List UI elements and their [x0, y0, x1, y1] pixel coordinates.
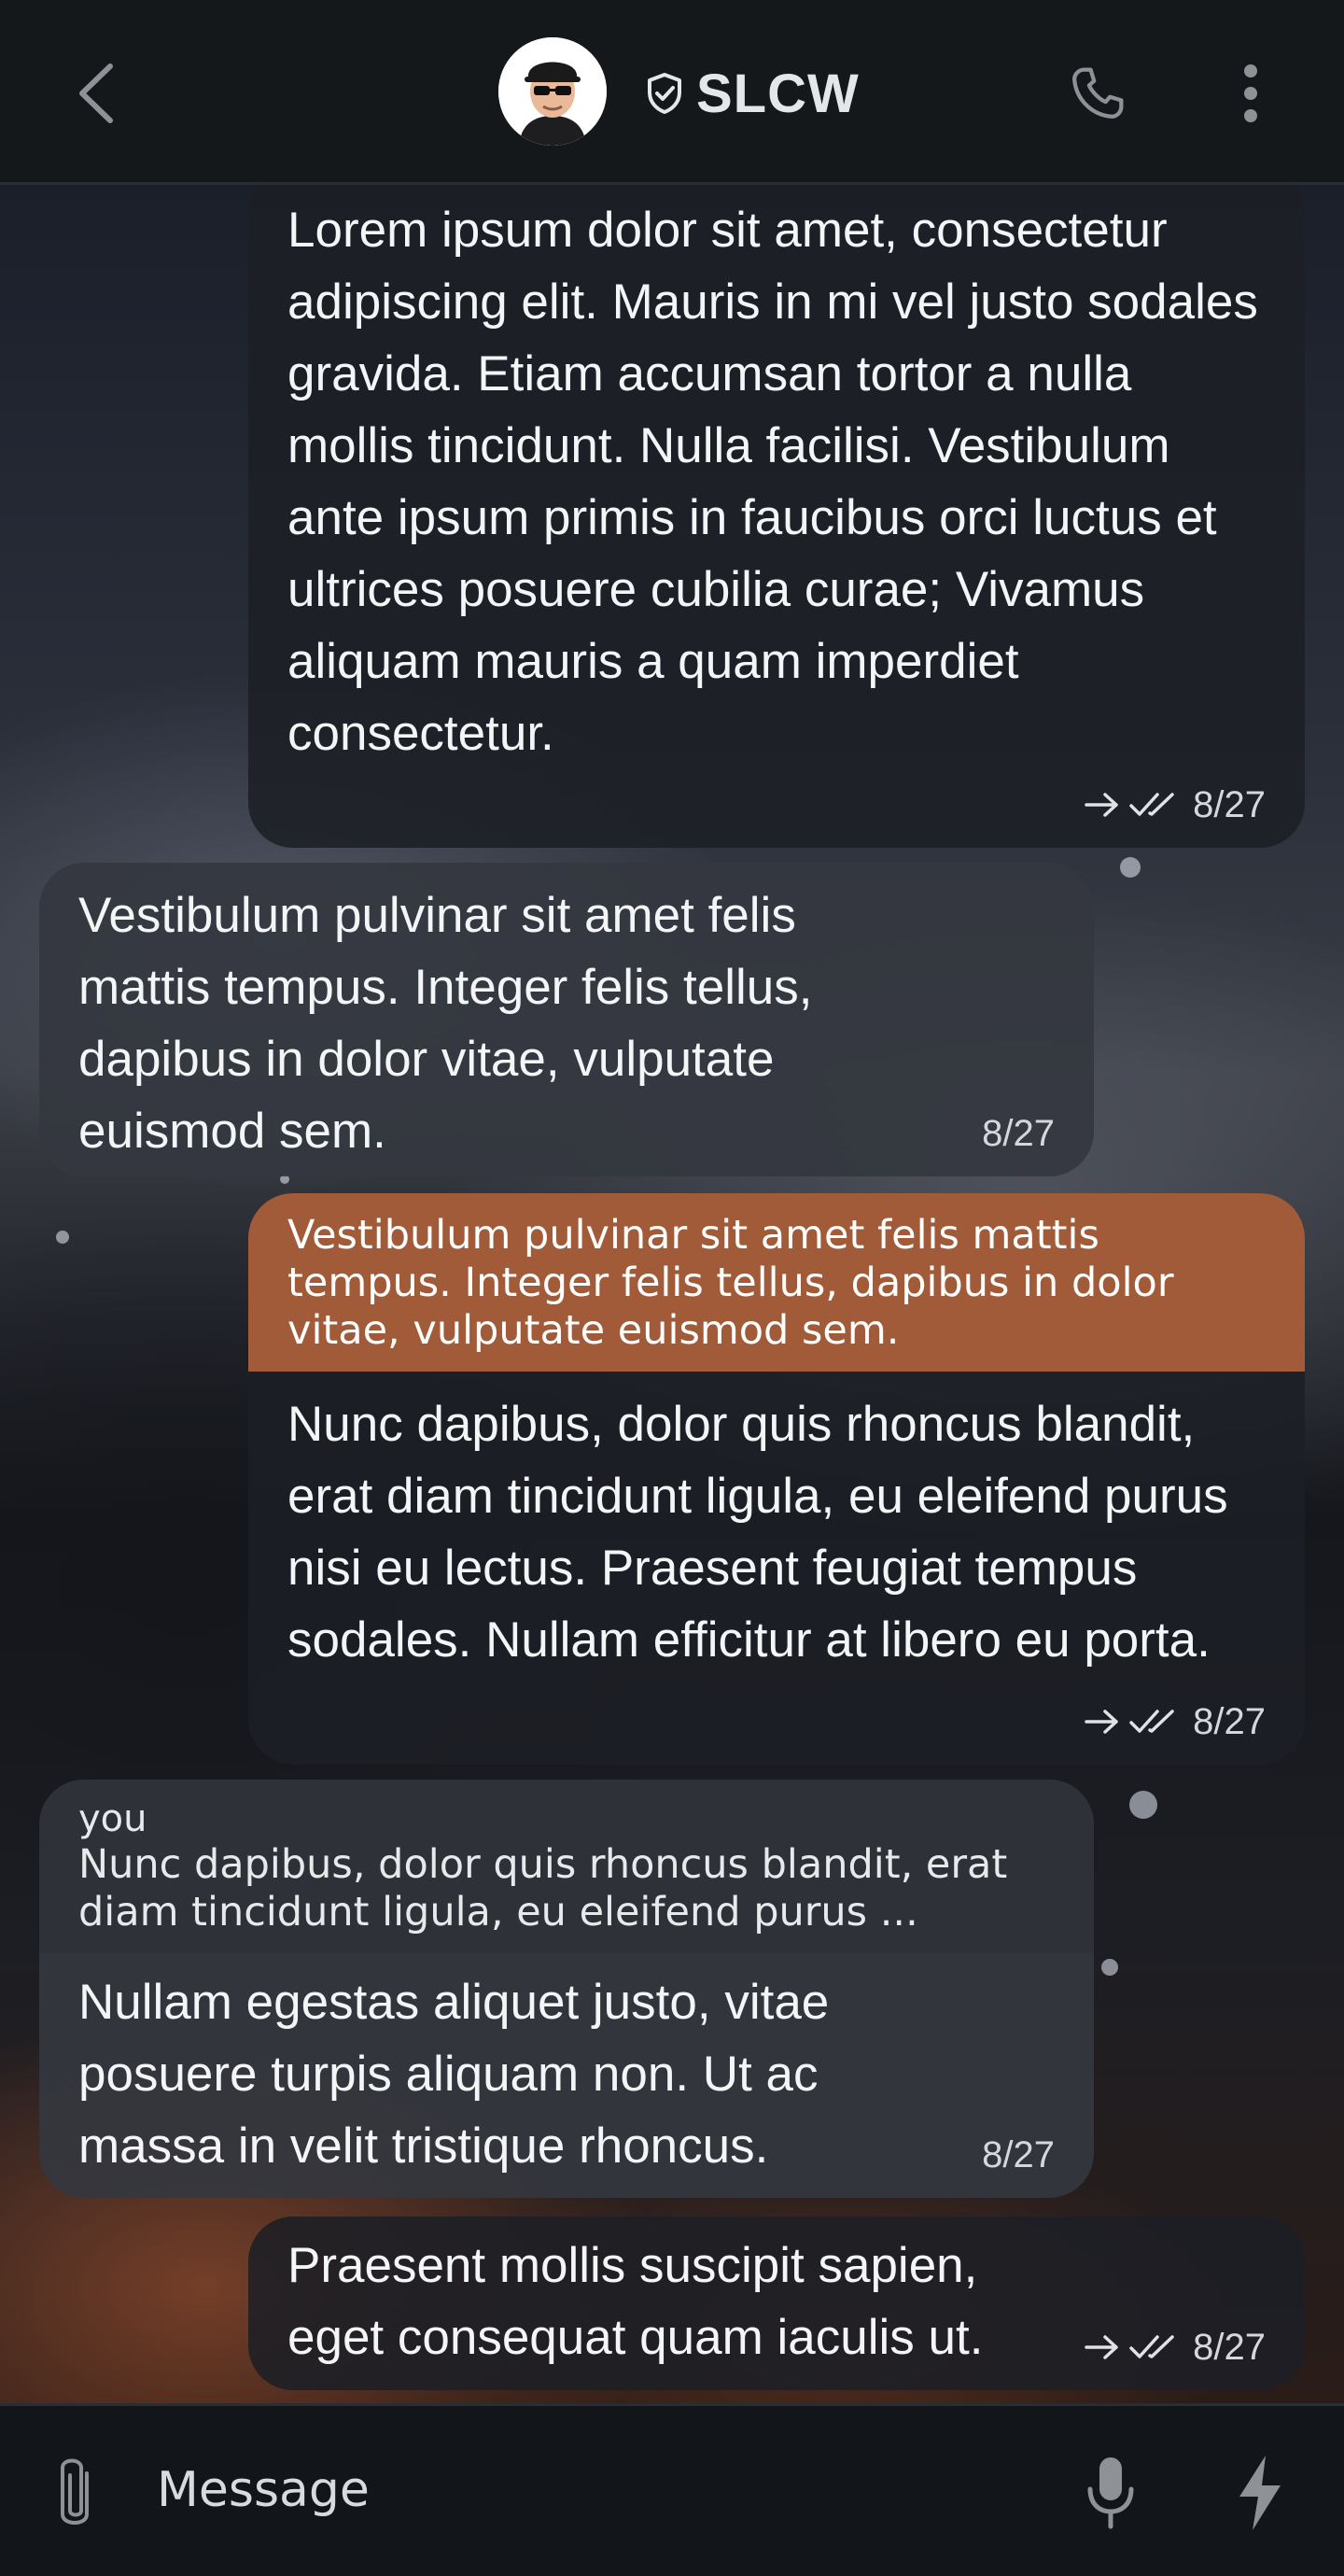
quick-action-button[interactable]	[1223, 2451, 1297, 2535]
double-check-icon	[1129, 2335, 1174, 2358]
message-time: 8/27	[1193, 784, 1266, 825]
message-text: Vestibulum pulvinar sit amet felis matti…	[78, 888, 813, 1159]
lightning-bolt-icon	[1239, 2456, 1281, 2530]
message-bubble[interactable]: Lorem ipsum dolor sit amet, consectetur …	[248, 185, 1305, 848]
shield-check-icon	[648, 73, 681, 114]
chat-header: SLCW	[0, 0, 1344, 185]
quoted-text: Vestibulum pulvinar sit amet felis matti…	[287, 1212, 1174, 1354]
message-meta: 8/27	[1085, 2325, 1266, 2370]
more-vertical-icon	[1244, 64, 1257, 122]
message-bubble[interactable]: Praesent mollis suscipit sapien, eget co…	[248, 2217, 1305, 2390]
message-bubble[interactable]: you Nunc dapibus, dolor quis rhoncus bla…	[39, 1780, 1094, 2198]
contact-name: SLCW	[696, 63, 860, 124]
forwarded-arrow-icon	[1085, 2335, 1118, 2359]
message-text: Nunc dapibus, dolor quis rhoncus blandit…	[287, 1397, 1228, 1668]
quoted-text: Nunc dapibus, dolor quis rhoncus blandit…	[78, 1841, 1008, 1936]
message-meta: 8/27	[1085, 1699, 1266, 1744]
message-time: 8/27	[982, 2134, 1055, 2175]
double-check-icon	[1129, 1710, 1174, 1733]
forwarded-arrow-icon	[1085, 793, 1118, 817]
voice-message-button[interactable]	[1073, 2451, 1148, 2535]
message-time: 8/27	[1193, 1701, 1266, 1742]
message-time: 8/27	[982, 1113, 1055, 1154]
message-meta: 8/27	[1085, 782, 1266, 827]
background-bokeh	[1120, 857, 1141, 878]
double-check-icon	[1129, 793, 1174, 816]
message-text: Nullam egestas aliquet justo, vitae posu…	[78, 1975, 830, 2174]
avatar[interactable]	[498, 37, 607, 146]
attach-button[interactable]	[37, 2453, 112, 2537]
message-bubble[interactable]: Vestibulum pulvinar sit amet felis matti…	[39, 863, 1094, 1176]
forwarded-arrow-icon	[1085, 1710, 1118, 1734]
call-button[interactable]	[1060, 56, 1135, 131]
message-input[interactable]	[157, 2443, 1015, 2537]
phone-icon	[1072, 67, 1124, 119]
reply-quote[interactable]: Vestibulum pulvinar sit amet felis matti…	[248, 1193, 1305, 1372]
message-bubble[interactable]: Vestibulum pulvinar sit amet felis matti…	[248, 1193, 1305, 1765]
back-arrow-icon	[79, 63, 113, 123]
message-meta: 8/27	[982, 2133, 1055, 2177]
paperclip-icon	[61, 2458, 89, 2525]
reply-quote[interactable]: you Nunc dapibus, dolor quis rhoncus bla…	[39, 1780, 1094, 1953]
composer-bar	[0, 2403, 1344, 2576]
background-bokeh	[1129, 1791, 1157, 1819]
message-meta: 8/27	[982, 1111, 1055, 1156]
message-time: 8/27	[1193, 2327, 1266, 2368]
background-bokeh	[1101, 1959, 1118, 1976]
chat-title[interactable]: SLCW	[646, 58, 860, 129]
microphone-icon	[1087, 2457, 1134, 2529]
more-options-button[interactable]	[1213, 56, 1288, 131]
background-bokeh	[56, 1231, 69, 1244]
back-button[interactable]	[58, 56, 133, 131]
message-list[interactable]: Lorem ipsum dolor sit amet, consectetur …	[0, 185, 1344, 2403]
message-text: Lorem ipsum dolor sit amet, consectetur …	[287, 203, 1258, 761]
quoted-author: you	[78, 1797, 147, 1840]
